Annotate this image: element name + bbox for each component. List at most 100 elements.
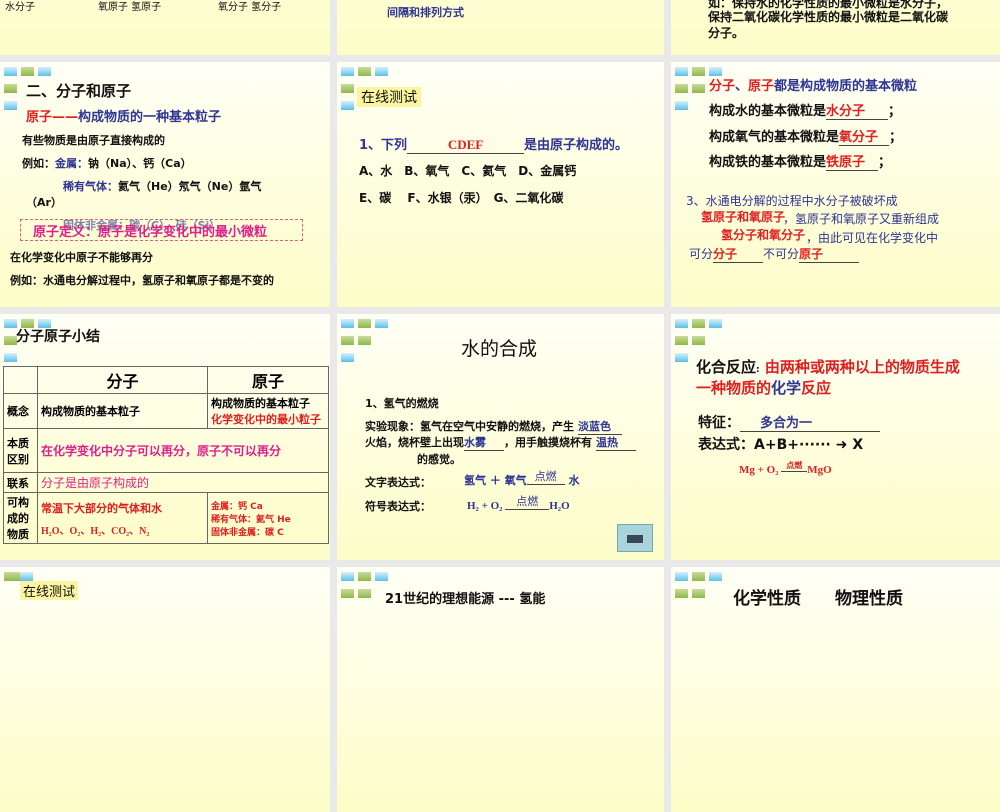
deco-square — [375, 67, 388, 76]
slide-thumbnail-10[interactable]: 在线测试 — [0, 567, 330, 812]
text-heading: 都是构成物质的基本微粒 — [774, 79, 918, 94]
text-metal: 金属： — [55, 157, 88, 170]
deco-square — [4, 67, 17, 76]
answer-blank: 铁原子 — [826, 151, 879, 171]
question-text: 可分 — [689, 247, 714, 261]
text-semicolon: ； — [888, 104, 902, 119]
slide-thumbnail-12[interactable]: 化学性质 物理性质 — [671, 567, 1000, 812]
deco-square — [692, 336, 705, 345]
deco-square — [692, 319, 705, 328]
text-noble-gas: 稀有气体： — [63, 180, 118, 193]
text-line: 保持二氧化碳化学性质的最小微粒是二氧化碳 — [708, 10, 949, 24]
deco-square — [675, 572, 688, 581]
slide-title: 水的合成 — [461, 338, 538, 360]
deco-square — [709, 572, 722, 581]
slide-thumbnail-8[interactable]: 水的合成 1、氢气的燃烧 实验现象：氢气在空气中安静的燃烧，产生 淡蓝色 火焰，烧… — [337, 314, 664, 560]
question-text: 3、水通电分解的过程中水分子被破坏成 — [686, 194, 898, 208]
answer-text: 氢分子和氧分子 — [721, 228, 806, 242]
deco-square — [358, 67, 371, 76]
text-semicolon: ； — [889, 130, 903, 145]
camera-icon — [627, 535, 643, 543]
slide-thumbnail-9[interactable]: 化合反应: 由两种或两种以上的物质生成 一种物质的化学反应 特征： 多合为一 表达… — [671, 314, 1000, 560]
video-button[interactable] — [617, 524, 653, 552]
deco-square — [341, 319, 354, 328]
equation-product: H₂O — [549, 500, 570, 512]
deco-square — [341, 353, 354, 362]
deco-square — [21, 67, 34, 76]
options-line: A、水 B、氧气 C、氦气 D、金属钙 — [359, 164, 577, 178]
text-atoms: 氧原子 氢原子 — [98, 2, 162, 13]
slide-thumbnail-4[interactable]: 二、分子和原子 原子——构成物质的一种基本粒子 有些物质是由原子直接构成的 例如… — [0, 62, 330, 307]
deco-square — [375, 572, 388, 581]
slide-thumbnail-6[interactable]: 分子、原子都是构成物质的基本微粒 构成水的基本微粒是水分子； 构成氧气的基本微粒… — [671, 62, 1000, 307]
equation-reactants: Mg + O₂ — [739, 464, 779, 476]
label-symbol-equation: 符号表达式： — [365, 500, 431, 513]
text-line: 构成氧气的基本微粒是 — [709, 130, 840, 145]
text-line: 构成水的基本微粒是 — [709, 104, 827, 119]
deco-square — [358, 572, 371, 581]
deco-square — [4, 353, 17, 362]
deco-square — [341, 589, 354, 598]
slide-thumbnail-5[interactable]: 在线测试 1、下列 CDEF 是由原子构成的。 A、水 B、氧气 C、氦气 D、金属… — [337, 62, 664, 307]
text-line: ，用手触摸烧杯有 — [504, 436, 592, 449]
equation-product: 水 — [568, 474, 580, 487]
deco-square — [692, 589, 705, 598]
deco-square — [358, 336, 371, 345]
slide-thumbnail-1[interactable]: 水分子 氧原子 氢原子 氧分子 氢分子 — [0, 0, 330, 55]
text-spacing: 间隔和排列方式 — [387, 6, 464, 19]
definition: 反应 — [801, 379, 832, 397]
text-line: 构成铁的基本微粒是 — [709, 155, 827, 170]
deco-square — [692, 84, 705, 93]
deco-square — [358, 319, 371, 328]
slide-thumbnail-7[interactable]: 分子原子小结 分子 原子 概念 构成物质的基本粒子 构成物质的基本粒子 化学变化中的最小… — [0, 314, 330, 560]
deco-square — [675, 101, 688, 110]
deco-square — [341, 572, 354, 581]
deco-square — [675, 353, 688, 362]
text-line: 例如：水通电分解过程中，氢原子和氧原子都是不变的 — [10, 274, 274, 287]
question-text: ，氢原子和氧原子又重新组成 — [783, 212, 940, 226]
text-atom: 原子—— — [26, 110, 79, 125]
answer-blank: 多合为一 — [740, 412, 880, 432]
slide-thumbnail-11[interactable]: 21世纪的理想能源 --- 氢能 — [337, 567, 664, 812]
deco-square — [358, 589, 371, 598]
answer-blank: 淡蓝色 — [578, 418, 622, 435]
deco-square — [341, 84, 354, 93]
column-header: 分子 — [37, 366, 208, 394]
equation-product: MgO — [807, 464, 832, 476]
summary-table: 分子 原子 概念 构成物质的基本粒子 构成物质的基本粒子 化学变化中的最小粒子 本质区别… — [3, 366, 329, 544]
answer-text: 氢原子和氧原子 — [701, 210, 786, 224]
row-label: 联系 — [3, 472, 38, 493]
slide-thumbnail-2[interactable]: 间隔和排列方式 — [337, 0, 664, 55]
table-cell: 在化学变化中分子可以再分，原子不可以再分 — [37, 428, 329, 473]
table-cell: 化学变化中的最小粒子 — [211, 413, 321, 426]
table-cell: H₂O、O₂、H₂、CO₂、N₂ — [41, 525, 150, 537]
text-definition: 构成物质的一种基本粒子 — [78, 110, 222, 125]
slide-title: 21世纪的理想能源 --- 氢能 — [385, 592, 546, 607]
text-line: 分子。 — [708, 26, 745, 40]
options-line: E、碳 F、水银（汞） G、二氧化碳 — [359, 191, 564, 205]
table-cell: 金属：钙 Ca — [211, 501, 263, 512]
tag-online-test: 在线测试 — [20, 581, 79, 600]
answer-blank: 水分子 — [826, 100, 889, 120]
deco-square — [675, 67, 688, 76]
definition: 由两种或两种以上的物质生成 — [764, 358, 960, 376]
row-label: 概念 — [3, 393, 38, 429]
definition: 一种物质的 — [696, 379, 772, 397]
label-feature: 特征： — [698, 415, 740, 431]
column-header: 原子 — [207, 366, 329, 394]
slide-title: 分子原子小结 — [16, 329, 100, 345]
section-heading: 1、氢气的燃烧 — [365, 397, 439, 410]
deco-square — [675, 589, 688, 598]
text-line: 火焰，烧杯壁上出现 — [365, 436, 464, 449]
deco-square — [692, 572, 705, 581]
tag-online-test: 在线测试 — [357, 87, 421, 107]
question-text: ，由此可见在化学变化中 — [806, 231, 939, 245]
equation-condition: 点燃 — [526, 468, 565, 485]
equation-condition: 点燃 — [505, 493, 550, 510]
slide-thumbnail-3[interactable]: 如：保持水的化学性质的最小微粒是水分子， 保持二氧化碳化学性质的最小微粒是二氧化… — [671, 0, 1000, 55]
deco-square — [341, 101, 354, 110]
question-text: 1、下列 — [359, 138, 408, 153]
text-sep: 、 — [735, 79, 749, 94]
table-cell: 常温下大部分的气体和水 — [41, 501, 162, 515]
slide-title: 化学性质 物理性质 — [733, 589, 903, 609]
